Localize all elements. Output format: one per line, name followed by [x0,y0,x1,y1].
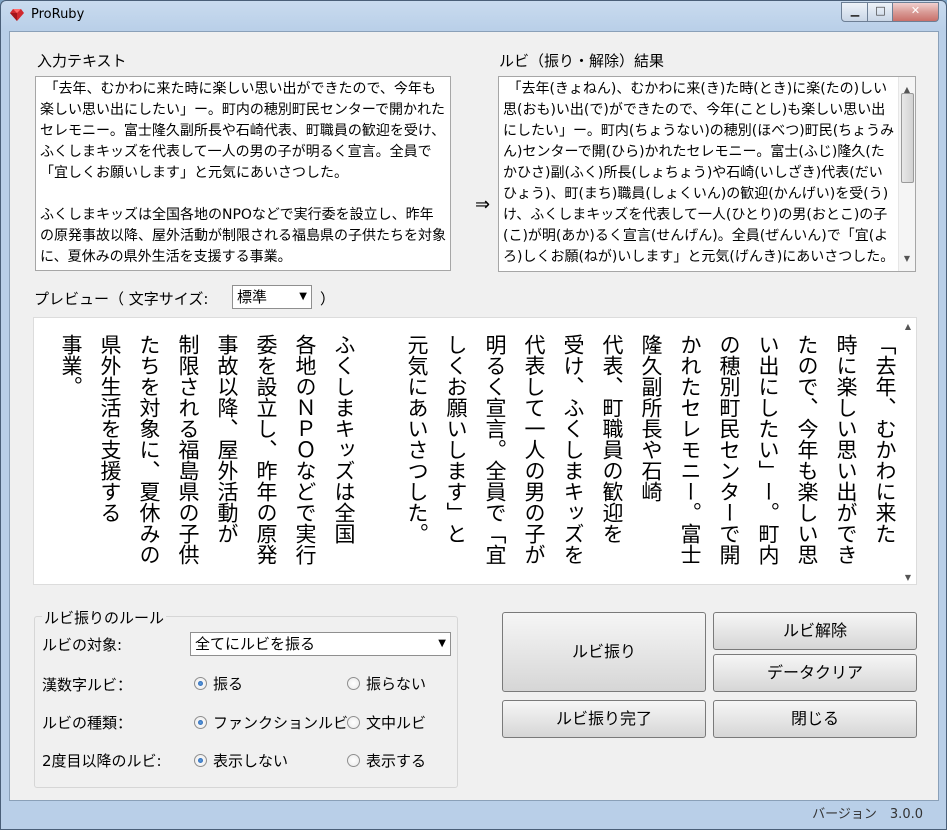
ruby-gem-icon [10,9,24,21]
preview-column: かれたセレモニー。富士 [678,334,702,565]
radio-label: ファンクションルビ [213,714,349,732]
radio-dot-selected [194,716,207,729]
version-text: バージョン 3.0.0 [812,807,923,822]
radio-dot [347,716,360,729]
unruby-button[interactable]: ルビ解除 [713,612,917,650]
function-ruby-radio[interactable]: ファンクションルビ [194,712,348,733]
preview-column: い出にしたい」ー。町内 [756,334,780,565]
preview-column: たので、今年も楽しい思 [795,334,819,565]
repeat-show-radio[interactable]: 表示する [347,750,426,771]
input-textarea[interactable]: 「去年、むかわに来た時に楽しい思い出ができたので、今年も楽しい思い出にしたい」ー… [35,76,451,271]
radio-label: 表示する [366,752,427,770]
scroll-down-icon[interactable]: ▼ [899,248,915,269]
preview-column: しくお願いします」と [444,334,468,544]
preview-column: 代表、町職員の歓迎を [600,334,624,544]
result-textarea[interactable]: 「去年(きょねん)、むかわに来(き)た時(とき)に楽(たの)しい思(おも)い出(… [498,76,916,272]
scroll-up-icon[interactable]: ▲ [900,322,916,331]
preview-column: 元気にあいさつした。 [405,334,429,544]
preview-column: 各地のＮＰＯなどで実行 [293,334,317,565]
ruby-target-select[interactable]: 全てにルビを振る ▼ [190,632,451,656]
preview-column: 明るく宣言。全員で「宜 [483,334,507,565]
status-bar: バージョン 3.0.0 [9,801,937,823]
preview-column: の穂別町民センターで開 [717,334,741,565]
radio-label: 文中ルビ [366,714,427,732]
data-clear-button[interactable]: データクリア [713,654,917,692]
repeat-hide-radio[interactable]: 表示しない [194,750,288,771]
radio-label: 表示しない [213,752,289,770]
inline-ruby-radio[interactable]: 文中ルビ [347,712,426,733]
preview-pane[interactable]: 「去年、むかわに来た 時に楽しい思い出ができ たので、今年も楽しい思 い出にしたい」ー… [33,317,917,585]
ruby-done-button[interactable]: ルビ振り完了 [502,700,706,738]
app-window: ProRuby ▁ □ ✕ 入力テキスト 「去年、むかわに来た時に楽しい思い出が… [0,0,947,830]
radio-label: 振る [213,675,244,693]
minimize-button[interactable]: ▁ [841,2,869,22]
preview-column: ふくしまキッズは全国 [332,334,356,544]
preview-column: 隆久副所長や石崎 [639,334,663,502]
result-heading: ルビ（振り・解除）結果 [499,52,665,70]
input-heading: 入力テキスト [37,52,127,70]
window-title: ProRuby [31,7,85,22]
title-bar[interactable]: ProRuby ▁ □ ✕ [1,1,946,29]
preview-column: 委を設立し、昨年の原発 [254,334,278,565]
scroll-down-icon[interactable]: ▼ [900,573,916,582]
scroll-thumb[interactable] [901,93,914,183]
repeat-ruby-label: 2度目以降のルビ: [42,752,162,770]
ruby-rules-title: ルビ振りのルール [42,607,167,628]
kansuji-off-radio[interactable]: 振らない [347,673,426,694]
arrow-right-icon: ⇒ [475,194,491,215]
font-size-select[interactable]: 標準 ▼ [232,285,312,309]
radio-dot-selected [194,677,207,690]
kansuji-on-radio[interactable]: 振る [194,673,243,694]
preview-column: 代表して一人の男の子が [522,334,546,565]
radio-dot [347,677,360,690]
close-window-button[interactable]: ✕ [892,2,939,22]
preview-scrollbar[interactable]: ▲ ▼ [900,318,916,584]
ruby-type-label: ルビの種類： [42,714,133,732]
preview-column: たちを対象に、夏休みの [137,334,161,565]
preview-column: 事故以降、屋外活動が [215,334,239,544]
maximize-button[interactable]: □ [867,2,894,22]
ruby-button[interactable]: ルビ振り [502,612,706,692]
radio-dot-selected [194,754,207,767]
radio-dot [347,754,360,767]
preview-label-close: ） [320,290,336,308]
preview-column: 制限される福島県の子供 [176,334,200,565]
preview-column: 事業。 [59,334,83,397]
radio-label: 振らない [366,675,427,693]
close-button[interactable]: 閉じる [713,700,917,738]
preview-column: 受け、ふくしまキッズを [561,334,585,565]
ruby-target-value: 全てにルビを振る [195,635,316,653]
preview-column: 時に楽しい思い出ができ [834,334,858,565]
result-text: 「去年(きょねん)、むかわに来(き)た時(とき)に楽(たの)しい思(おも)い出(… [503,81,895,265]
chevron-down-icon: ▼ [438,638,446,649]
chevron-down-icon: ▼ [299,291,307,302]
input-paragraph: 「去年、むかわに来た時に楽しい思い出ができたので、今年も楽しい思い出にしたい」ー… [40,81,446,181]
input-paragraph: ふくしまキッズは全国各地のNPOなどで実行委を設立し、昨年の原発事故以降、屋外活… [40,207,446,265]
preview-column: 「去年、むかわに来た [873,334,897,544]
preview-label: プレビュー（ 文字サイズ: [34,290,209,308]
result-scrollbar[interactable]: ▲ ▼ [898,77,915,271]
preview-column: 県外生活を支援する [98,334,122,523]
kansuji-ruby-label: 漢数字ルビ： [42,676,133,694]
ruby-target-label: ルビの対象: [42,636,123,654]
font-size-value: 標準 [237,288,268,306]
